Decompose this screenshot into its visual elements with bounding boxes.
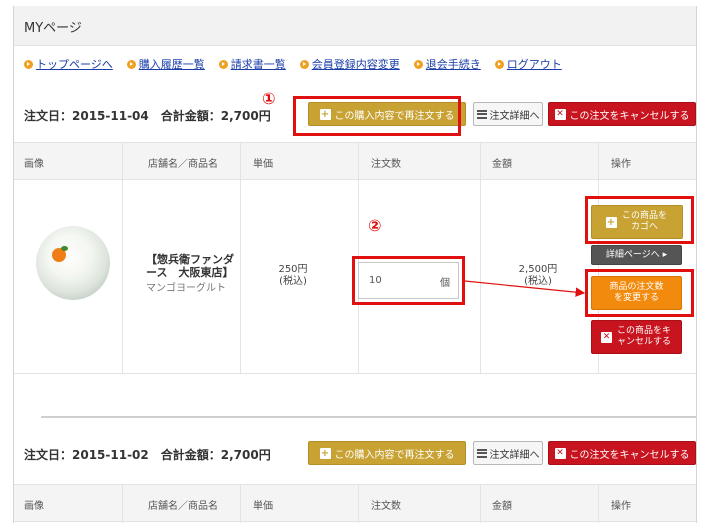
nav-link-member-info[interactable]: 会員登録内容変更	[299, 56, 400, 72]
reorder-button[interactable]: + この購入内容で再注文する	[308, 441, 466, 465]
bullet-icon	[413, 59, 423, 69]
annotation-marker-2: ②	[368, 216, 382, 235]
highlight-box-change	[585, 269, 694, 317]
cancel-order-button[interactable]: ✕ この注文をキャンセルする	[548, 441, 696, 465]
cancel-item-button[interactable]: ✕ この商品をキャンセルする	[591, 320, 682, 354]
col-header-image: 画像	[24, 159, 44, 170]
list-icon	[476, 109, 487, 119]
column-divider	[358, 143, 359, 181]
column-divider	[480, 180, 481, 374]
column-divider	[598, 143, 599, 181]
col-header-qty: 注文数	[371, 501, 401, 512]
list-icon	[476, 448, 487, 458]
bullet-icon	[126, 59, 136, 69]
col-header-shop-product: 店舗名／商品名	[148, 501, 218, 512]
bullet-icon	[24, 59, 33, 69]
title-bar: MYページ	[14, 6, 696, 46]
column-divider	[122, 485, 123, 523]
col-header-actions: 操作	[611, 159, 631, 170]
column-divider	[122, 180, 123, 374]
line-amount: 2,500円 (税込)	[518, 264, 558, 287]
table-header: 画像 店舗名／商品名 単価 注文数 金額 操作	[14, 142, 696, 181]
page-title: MYページ	[24, 21, 82, 36]
unit-price: 250円 (税込)	[278, 264, 308, 287]
nav-link-withdraw[interactable]: 退会手続き	[413, 56, 481, 72]
column-divider	[358, 485, 359, 523]
column-divider	[122, 143, 123, 181]
col-header-qty: 注文数	[371, 159, 401, 170]
column-divider	[240, 485, 241, 523]
order-header: 注文日：2015-11-02 合計金額：2,700円 + この購入内容で再注文する…	[24, 441, 696, 465]
nav-links: トップページへ 購入履歴一覧 請求書一覧 会員登録内容変更 退会手続き ログアウ…	[24, 56, 562, 72]
col-header-amount: 金額	[492, 501, 512, 512]
close-icon: ✕	[601, 331, 612, 343]
highlight-box-quantity	[352, 256, 465, 305]
table-header: 画像 店舗名／商品名 単価 注文数 金額 操作	[14, 484, 696, 523]
product-image[interactable]	[36, 226, 110, 300]
highlight-box-cart	[585, 196, 694, 244]
nav-link-logout[interactable]: ログアウト	[494, 56, 562, 72]
nav-link-history[interactable]: 購入履歴一覧	[126, 56, 205, 72]
highlight-box-reorder	[293, 96, 461, 136]
close-icon: ✕	[554, 447, 566, 459]
close-icon: ✕	[554, 108, 566, 120]
product-name: マンゴヨーグルト	[146, 283, 226, 294]
col-header-price: 単価	[253, 159, 273, 170]
col-header-shop-product: 店舗名／商品名	[148, 159, 218, 170]
column-divider	[480, 143, 481, 181]
plus-icon: +	[319, 447, 331, 459]
col-header-amount: 金額	[492, 159, 512, 170]
bullet-icon	[494, 59, 504, 69]
bullet-icon	[299, 59, 309, 69]
col-header-image: 画像	[24, 501, 44, 512]
order-detail-button[interactable]: 注文詳細へ	[473, 441, 543, 465]
product-detail-button[interactable]: 詳細ページへ ▸	[591, 245, 682, 265]
order-date-total: 注文日：2015-11-04 合計金額：2,700円	[24, 109, 271, 123]
col-header-actions: 操作	[611, 501, 631, 512]
cancel-order-button[interactable]: ✕ この注文をキャンセルする	[548, 102, 696, 126]
order-detail-button[interactable]: 注文詳細へ	[473, 102, 543, 126]
bullet-icon	[218, 59, 228, 69]
nav-link-invoices[interactable]: 請求書一覧	[218, 56, 286, 72]
column-divider	[480, 485, 481, 523]
annotation-marker-1: ①	[262, 89, 276, 108]
shop-name: 【惣兵衛ファンダース 大阪東店】	[146, 253, 234, 279]
nav-link-top[interactable]: トップページへ	[24, 56, 113, 72]
order-separator	[41, 416, 696, 418]
order-date-total: 注文日：2015-11-02 合計金額：2,700円	[24, 448, 271, 462]
column-divider	[240, 143, 241, 181]
leaf-image-part	[61, 246, 68, 251]
col-header-price: 単価	[253, 501, 273, 512]
column-divider	[598, 485, 599, 523]
